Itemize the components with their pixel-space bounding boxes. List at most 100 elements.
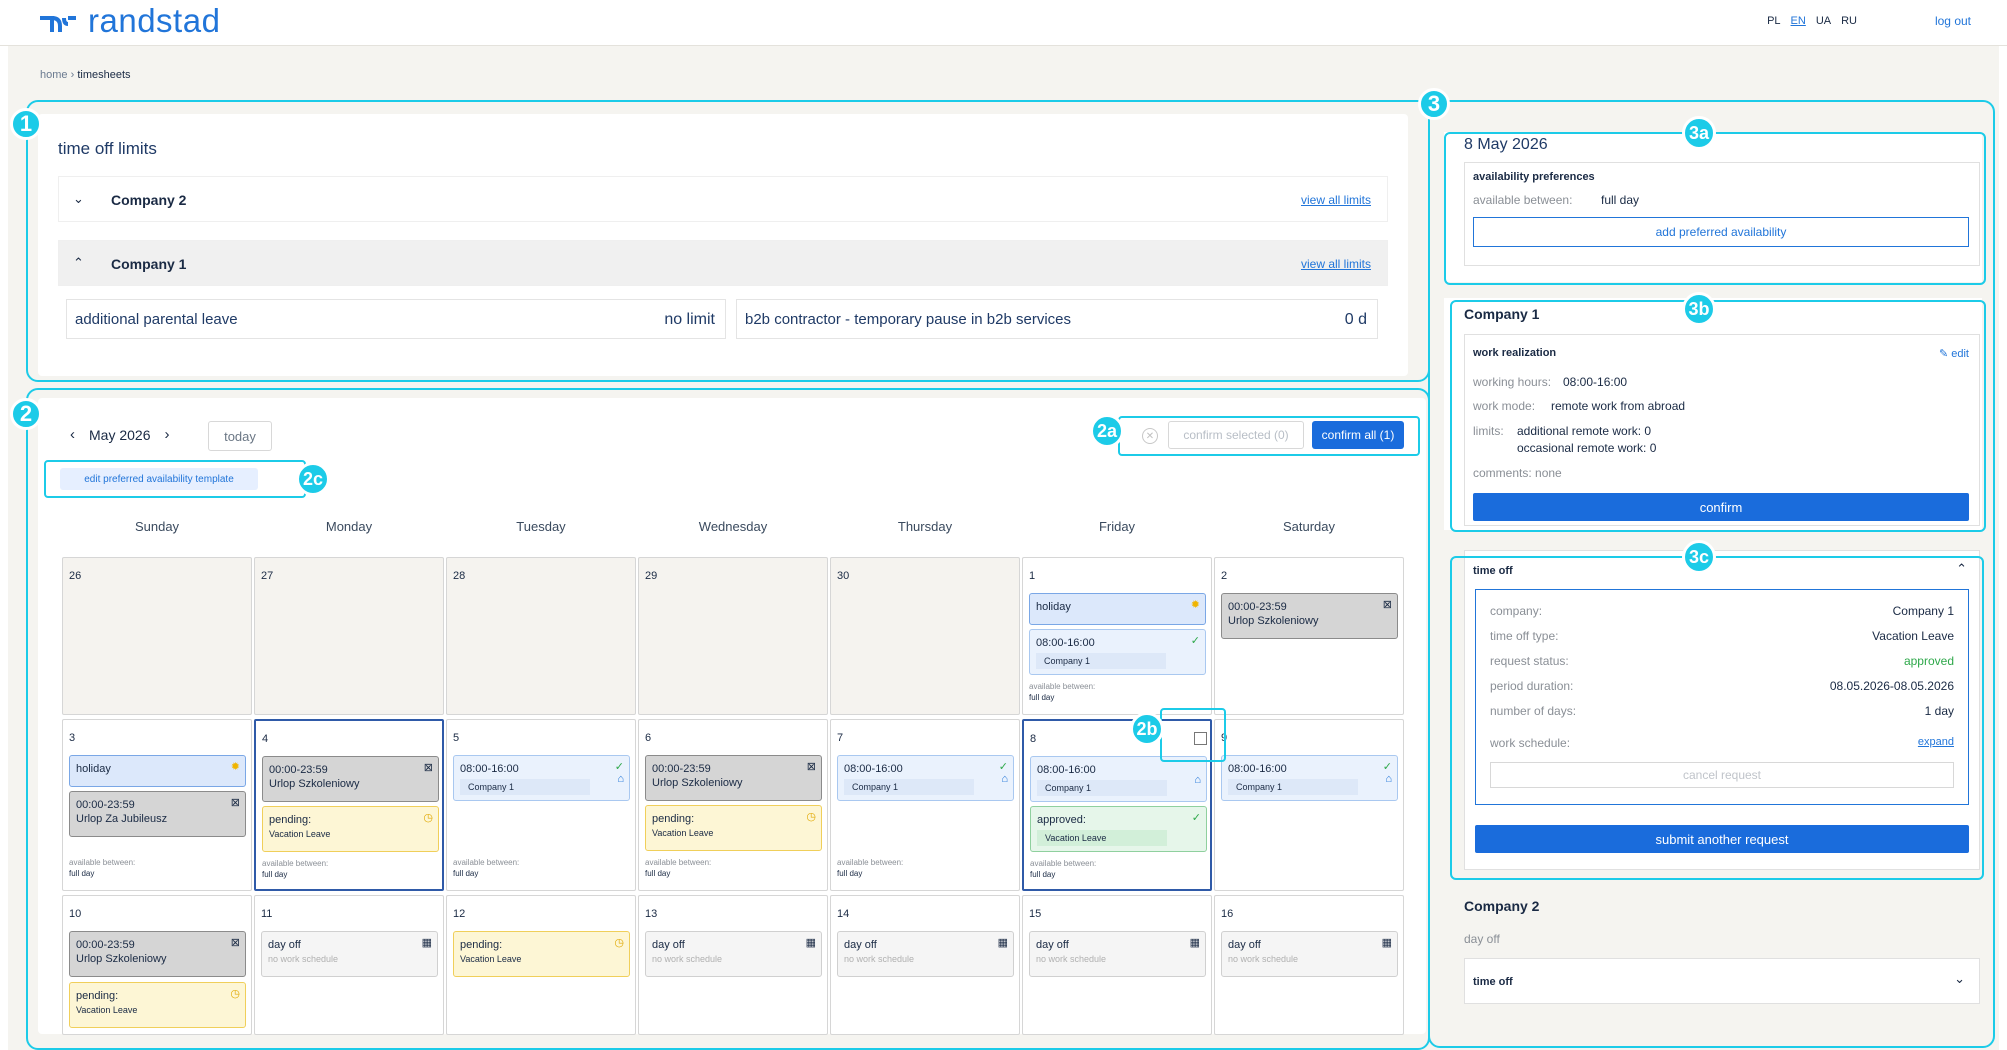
calendar-day-cell[interactable]: 3 holiday ✹ 00:00-23:59 Urlop Za Jubileu… xyxy=(62,719,252,891)
sun-icon: ✹ xyxy=(1190,599,1200,611)
time-off-event[interactable]: 00:00-23:59 Urlop Szkoleniowy ⊠ xyxy=(645,755,822,801)
work-schedule-label: work schedule: xyxy=(1490,736,1571,750)
availability-value: full day xyxy=(69,869,95,878)
day-number: 7 xyxy=(837,732,844,744)
calendar-day-cell[interactable]: 6 00:00-23:59 Urlop Szkoleniowy ⊠ pendin… xyxy=(638,719,828,891)
confirm-button[interactable]: confirm xyxy=(1473,493,1969,521)
calendar-day-cell[interactable]: 11 day off no work schedule ▦ xyxy=(254,895,444,1035)
limit-item: b2b contractor - temporary pause in b2b … xyxy=(736,299,1378,339)
day-number: 10 xyxy=(69,908,82,920)
calendar-day-cell[interactable]: 27 xyxy=(254,557,444,715)
work-shift-event[interactable]: 08:00-16:00 Company 1 ⌂ xyxy=(1030,756,1207,802)
view-all-limits-link[interactable]: view all limits xyxy=(1301,193,1371,207)
calendar-day-cell[interactable]: 10 00:00-23:59 Urlop Szkoleniowy ⊠ pendi… xyxy=(62,895,252,1035)
day-off-event[interactable]: day off no work schedule ▦ xyxy=(1029,931,1206,977)
day-number: 29 xyxy=(645,570,658,582)
pending-request-event[interactable]: pending: Vacation Leave ◷ xyxy=(453,931,630,977)
work-shift-event[interactable]: 08:00-16:00 Company 1 ✓ ⌂ xyxy=(453,755,630,801)
calendar-day-cell[interactable]: 26 xyxy=(62,557,252,715)
submit-another-request-button[interactable]: submit another request xyxy=(1475,825,1969,853)
day-off-event[interactable]: day off no work schedule ▦ xyxy=(261,931,438,977)
time-off-event[interactable]: 00:00-23:59 Urlop Szkoleniowy ⊠ xyxy=(69,931,246,977)
availability-note: available between: full day xyxy=(837,857,903,879)
randstad-logo[interactable]: randstad xyxy=(38,2,220,40)
time-off-event[interactable]: 00:00-23:59 Urlop Szkoleniowy ⊠ xyxy=(1221,593,1398,639)
availability-label: available between: xyxy=(837,858,904,867)
limits-company-1-row[interactable]: ⌃ Company 1 view all limits xyxy=(58,240,1388,286)
pending-request-event[interactable]: pending: Vacation Leave ◷ xyxy=(69,982,246,1028)
time-off-card: time off ⌃ company: Company 1 time off t… xyxy=(1464,550,1980,870)
lang-en[interactable]: EN xyxy=(1791,15,1806,27)
calendar-day-cell[interactable]: 12 pending: Vacation Leave ◷ xyxy=(446,895,636,1035)
availability-label: available between: xyxy=(262,859,329,868)
work-realization-card: work realization ✎ edit working hours: 0… xyxy=(1464,334,1980,526)
calendar-day-cell[interactable]: 2 00:00-23:59 Urlop Szkoleniowy ⊠ xyxy=(1214,557,1404,715)
day-number: 28 xyxy=(453,570,466,582)
add-preferred-availability-button[interactable]: add preferred availability xyxy=(1473,217,1969,247)
calendar-day-cell[interactable]: 1 holiday ✹ 08:00-16:00 Company 1 ✓ avai… xyxy=(1022,557,1212,715)
calendar-day-cell[interactable]: 28 xyxy=(446,557,636,715)
select-day-checkbox[interactable] xyxy=(1194,732,1207,745)
event-type: Vacation Leave xyxy=(269,829,331,839)
event-label: day off xyxy=(268,939,301,951)
day-number: 8 xyxy=(1030,733,1037,745)
clear-selection-icon[interactable]: ✕ xyxy=(1142,428,1158,444)
calendar-day-cell[interactable]: 9 08:00-16:00 Company 1 ✓ ⌂ xyxy=(1214,719,1404,891)
work-shift-event[interactable]: 08:00-16:00 Company 1 ✓ ⌂ xyxy=(1221,755,1398,801)
pending-request-event[interactable]: pending: Vacation Leave ◷ xyxy=(262,806,439,852)
time-off-event[interactable]: 00:00-23:59 Urlop Za Jubileusz ⊠ xyxy=(69,791,246,837)
chevron-up-icon[interactable]: ⌃ xyxy=(73,255,84,271)
chevron-down-icon[interactable]: ⌄ xyxy=(73,191,84,207)
calendar-day-cell[interactable]: 14 day off no work schedule ▦ xyxy=(830,895,1020,1035)
day-off-event[interactable]: day off no work schedule ▦ xyxy=(837,931,1014,977)
calendar-day-cell[interactable]: 15 day off no work schedule ▦ xyxy=(1022,895,1212,1035)
prev-month-button[interactable]: ‹ xyxy=(70,426,75,443)
company-2-time-off-accordion[interactable]: time off ⌄ xyxy=(1464,958,1980,1004)
confirm-selected-button[interactable]: confirm selected (0) xyxy=(1168,421,1304,449)
expand-schedule-link[interactable]: expand xyxy=(1918,736,1954,748)
event-type: Urlop Szkoleniowy xyxy=(1228,615,1319,627)
edit-link[interactable]: ✎ edit xyxy=(1939,347,1969,360)
event-note: no work schedule xyxy=(652,954,723,964)
calendar-day-cell[interactable]: 16 day off no work schedule ▦ xyxy=(1214,895,1404,1035)
lang-ua[interactable]: UA xyxy=(1816,15,1831,27)
holiday-event[interactable]: holiday ✹ xyxy=(69,755,246,787)
event-status: pending: xyxy=(269,814,312,826)
logout-link[interactable]: log out xyxy=(1935,14,1971,28)
calendar-day-cell[interactable]: 4 00:00-23:59 Urlop Szkoleniowy ⊠ pendin… xyxy=(254,719,444,891)
chevron-up-icon[interactable]: ⌃ xyxy=(1956,561,1967,577)
availability-label: available between: xyxy=(645,858,712,867)
lang-ru[interactable]: RU xyxy=(1841,15,1857,27)
event-label: day off xyxy=(1036,939,1069,951)
today-button[interactable]: today xyxy=(208,421,272,451)
work-shift-event[interactable]: 08:00-16:00 Company 1 ✓ ⌂ xyxy=(837,755,1014,801)
no-schedule-icon: ⊠ xyxy=(423,762,433,774)
approved-request-event[interactable]: approved: Vacation Leave ✓ xyxy=(1030,806,1207,852)
next-month-button[interactable]: › xyxy=(164,426,169,443)
calendar-day-cell-selected[interactable]: 8 08:00-16:00 Company 1 ⌂ approved: Vaca… xyxy=(1022,719,1212,891)
calendar-day-cell[interactable]: 5 08:00-16:00 Company 1 ✓ ⌂ available be… xyxy=(446,719,636,891)
home-icon: ⌂ xyxy=(1194,774,1201,786)
calendar-day-cell[interactable]: 7 08:00-16:00 Company 1 ✓ ⌂ available be… xyxy=(830,719,1020,891)
chevron-down-icon[interactable]: ⌄ xyxy=(1954,971,1965,987)
calendar-day-cell[interactable]: 30 xyxy=(830,557,1020,715)
day-off-event[interactable]: day off no work schedule ▦ xyxy=(1221,931,1398,977)
day-number: 3 xyxy=(69,732,76,744)
confirm-all-button[interactable]: confirm all (1) xyxy=(1312,421,1404,449)
limit-name: b2b contractor - temporary pause in b2b … xyxy=(745,311,1071,328)
time-off-event[interactable]: 00:00-23:59 Urlop Szkoleniowy ⊠ xyxy=(262,756,439,802)
calendar-day-cell[interactable]: 29 xyxy=(638,557,828,715)
weekday-header: Wednesday xyxy=(698,519,768,534)
work-shift-event[interactable]: 08:00-16:00 Company 1 ✓ xyxy=(1029,629,1206,675)
breadcrumb-home[interactable]: home xyxy=(40,69,68,81)
event-type: Urlop Szkoleniowy xyxy=(76,953,167,965)
limits-company-2-row[interactable]: ⌄ Company 2 view all limits xyxy=(58,176,1388,222)
cancel-request-button[interactable]: cancel request xyxy=(1490,762,1954,788)
lang-pl[interactable]: PL xyxy=(1767,15,1780,27)
pending-request-event[interactable]: pending: Vacation Leave ◷ xyxy=(645,805,822,851)
day-off-event[interactable]: day off no work schedule ▦ xyxy=(645,931,822,977)
edit-availability-template-button[interactable]: edit preferred availability template xyxy=(60,468,258,490)
view-all-limits-link[interactable]: view all limits xyxy=(1301,257,1371,271)
calendar-day-cell[interactable]: 13 day off no work schedule ▦ xyxy=(638,895,828,1035)
holiday-event[interactable]: holiday ✹ xyxy=(1029,593,1206,625)
